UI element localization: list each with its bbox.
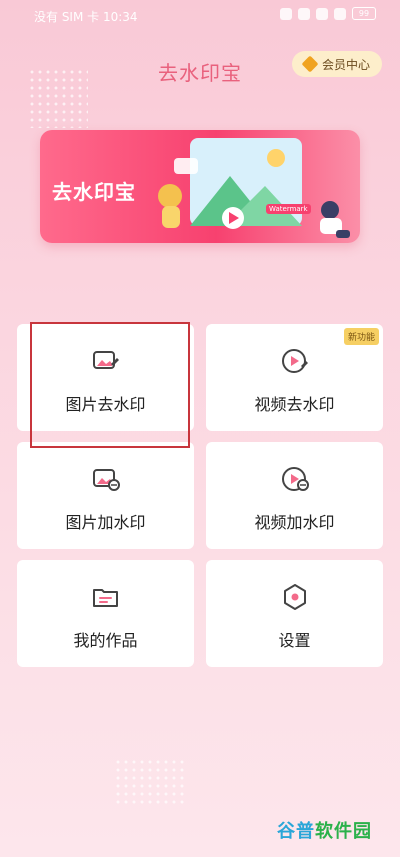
card-video-remove-watermark[interactable]: 新功能 视频去水印 [206,324,383,431]
settings-hex-icon [206,582,383,612]
video-add-watermark-icon [206,464,383,494]
card-label: 我的作品 [73,631,138,650]
folder-icon [17,582,194,612]
status-bar-time: 没有 SIM 卡 10:34 [34,10,138,24]
video-erase-icon [206,346,383,376]
image-add-watermark-icon [17,464,194,494]
status-icons: 99 [280,7,376,20]
watermark-part1: 谷普 [277,821,315,842]
card-video-add-watermark[interactable]: 视频加水印 [206,442,383,549]
watermark-part2: 软件园 [315,821,372,842]
battery-icon: 99 [352,7,376,20]
decor-dots [114,758,184,808]
member-center-label: 会员中心 [321,57,370,72]
promo-banner[interactable]: 去水印宝 Watermark [40,130,360,243]
card-label: 设置 [278,631,311,650]
status-bar: 没有 SIM 卡 10:34 99 [0,0,400,30]
bluetooth-icon [316,7,328,20]
highlight-box [30,322,190,448]
decor-dots [28,68,88,128]
banner-watermark-tag: Watermark [266,204,311,214]
card-label: 视频加水印 [254,513,335,532]
card-label: 视频去水印 [254,395,335,414]
eye-icon [280,7,292,20]
card-settings[interactable]: 设置 [206,560,383,667]
card-label: 图片加水印 [65,513,146,532]
member-center-button[interactable]: 会员中心 [292,51,382,77]
banner-title: 去水印宝 [52,180,136,204]
card-my-works[interactable]: 我的作品 [17,560,194,667]
card-image-add-watermark[interactable]: 图片加水印 [17,442,194,549]
wifi-icon [334,7,346,20]
mute-icon [298,7,310,20]
new-feature-badge: 新功能 [343,328,379,345]
diamond-icon [301,55,319,73]
site-watermark: 谷普软件园 [277,817,372,843]
